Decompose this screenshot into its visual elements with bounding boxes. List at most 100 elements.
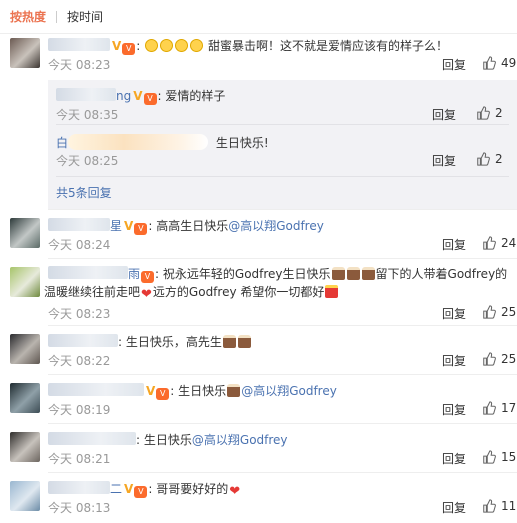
reply-button[interactable]: 回复 (432, 152, 456, 169)
comment-item: : 生日快乐@高以翔Godfrey 今天 08:21 回复 15 (0, 428, 517, 470)
thumbs-up-icon (483, 401, 496, 415)
like-button[interactable]: 25 (482, 352, 516, 366)
divider (48, 209, 517, 210)
v-icon: V (133, 89, 143, 103)
vip-icon: V (141, 271, 155, 283)
sort-by-hot-tab[interactable]: 按热度 (10, 8, 46, 25)
heart-emoji-icon: ❤ (141, 287, 152, 302)
thumbs-up-icon (483, 305, 496, 319)
like-count: 11 (501, 499, 517, 513)
comment-item: VV: 甜蜜暴击啊！这不就是爱情应该有的样子么！ 今天 08:23 回复 49 … (0, 34, 517, 214)
sub-reply-item: ng V V: 爱情的样子 今天 08:35 回复 2 (56, 88, 503, 123)
reply-button[interactable]: 回复 (442, 401, 466, 418)
reply-button[interactable]: 回复 (442, 56, 466, 73)
comment-text: 高高生日快乐 (156, 219, 229, 233)
avatar[interactable] (10, 432, 40, 462)
like-button[interactable]: 2 (476, 106, 503, 120)
mention-link[interactable]: @高以翔Godfrey (241, 384, 337, 398)
reply-button[interactable]: 回复 (432, 106, 456, 123)
thumbs-up-icon (483, 236, 496, 250)
username-suffix[interactable]: 雨 (128, 267, 140, 281)
like-count: 17 (501, 401, 517, 415)
sort-bar: 按热度 按时间 (0, 0, 517, 34)
comment-text-continued: 留下的人带着Godfrey的 (375, 267, 508, 281)
like-button[interactable]: 15 (482, 450, 516, 464)
username[interactable] (48, 38, 110, 51)
reply-button[interactable]: 回复 (442, 450, 466, 467)
gift-emoji-icon (325, 285, 339, 298)
like-count: 24 (501, 236, 517, 250)
username-suffix[interactable]: ng (116, 89, 131, 103)
username[interactable] (48, 481, 110, 494)
username[interactable]: 白 (56, 136, 68, 150)
comment-time: 今天 08:21 (48, 452, 111, 466)
v-icon: V (124, 482, 134, 496)
username[interactable] (48, 383, 144, 396)
like-count: 2 (495, 106, 503, 120)
blurred-name (68, 134, 209, 150)
vip-icon: V (122, 43, 136, 55)
thumbs-up-icon (477, 152, 490, 166)
comment-time: 今天 08:19 (48, 403, 111, 417)
comment-item: 二VV: 哥哥要好好的❤ 今天 08:13 回复 11 (0, 477, 517, 523)
like-button[interactable]: 11 (482, 499, 516, 513)
avatar[interactable] (10, 38, 40, 68)
divider (48, 325, 517, 326)
divider (48, 258, 517, 259)
divider (56, 124, 509, 125)
avatar[interactable] (10, 383, 40, 413)
comment-time: 今天 08:24 (48, 238, 111, 252)
comment-text: 生日快乐 (143, 433, 192, 447)
cake-emoji-icon (237, 335, 251, 348)
like-button[interactable]: 24 (482, 236, 516, 250)
username-suffix[interactable]: 二 (110, 482, 122, 496)
reply-time: 今天 08:35 (56, 108, 119, 122)
avatar[interactable] (10, 218, 40, 248)
sort-by-time-tab[interactable]: 按时间 (67, 8, 103, 25)
username[interactable] (48, 334, 118, 347)
v-icon: V (124, 219, 134, 233)
username[interactable] (48, 432, 136, 445)
vip-icon: V (143, 93, 157, 105)
comment-text: 哥哥要好好的 (156, 482, 229, 496)
mention-link[interactable]: @高以翔Godfrey (192, 433, 288, 447)
like-count: 15 (501, 450, 517, 464)
cake-emoji-icon (222, 335, 236, 348)
like-count: 2 (495, 152, 503, 166)
sub-reply-item: 白 生日快乐! 今天 08:25 回复 2 (48, 132, 517, 168)
like-count: 25 (501, 352, 517, 366)
username[interactable] (48, 266, 128, 279)
username[interactable] (56, 88, 116, 101)
like-button[interactable]: 2 (476, 152, 503, 166)
more-replies-link[interactable]: 共5条回复 (56, 184, 112, 201)
comment-item: 雨V: 祝永远年轻的Godfrey生日快乐 留下的人带着Godfrey的 温暖继续… (0, 263, 517, 323)
avatar[interactable] (10, 481, 40, 511)
avatar[interactable] (10, 267, 40, 297)
cake-emoji-icon (331, 267, 345, 280)
mention-link[interactable]: @高以翔Godfrey (228, 219, 324, 233)
like-count: 25 (501, 305, 517, 319)
sub-replies-box: ng V V: 爱情的样子 今天 08:35 回复 2 白 生日快乐! 今天 08:… (48, 80, 517, 210)
username-suffix[interactable]: 星 (110, 219, 122, 233)
vip-icon: V (134, 223, 148, 235)
heart-emoji-icon: ❤ (229, 484, 241, 499)
cake-emoji-icon (227, 384, 241, 397)
reply-button[interactable]: 回复 (442, 236, 466, 253)
username[interactable] (48, 218, 110, 231)
grin-emoji-icon (145, 39, 159, 52)
like-button[interactable]: 49 (482, 56, 516, 70)
avatar[interactable] (10, 334, 40, 364)
comment-text: 祝永远年轻的Godfrey生日快乐 (162, 267, 331, 281)
like-button[interactable]: 17 (482, 401, 516, 415)
v-icon: V (146, 384, 156, 398)
reply-button[interactable]: 回复 (442, 499, 466, 516)
reply-button[interactable]: 回复 (442, 352, 466, 369)
reply-time: 今天 08:25 (56, 154, 119, 168)
comment-time: 今天 08:23 (48, 58, 111, 72)
comment-time: 今天 08:23 (48, 307, 111, 321)
thumbs-up-icon (483, 56, 496, 70)
grin-emoji-icon (160, 39, 174, 52)
like-button[interactable]: 25 (482, 305, 516, 319)
reply-button[interactable]: 回复 (442, 305, 466, 322)
comment-text: 甜蜜暴击啊！这不就是爱情应该有的样子么！ (208, 39, 449, 53)
